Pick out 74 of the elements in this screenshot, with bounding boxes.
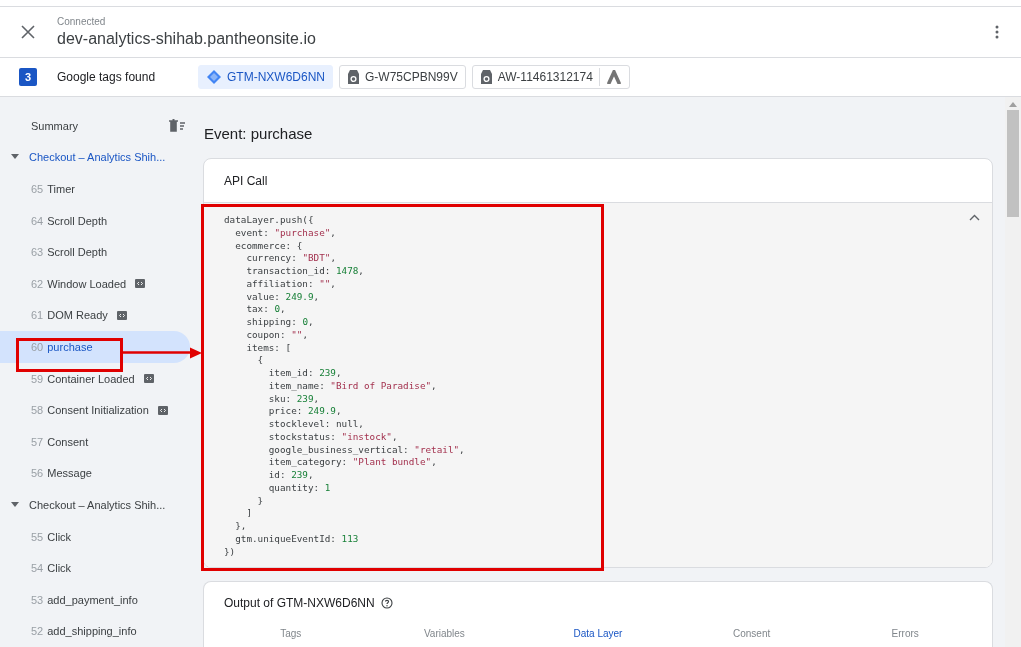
code-line: item_id: 239, <box>267 367 343 380</box>
site-url: dev-analytics-shihab.pantheonsite.io <box>57 30 317 48</box>
event-item[interactable]: 54 Click <box>0 552 190 584</box>
output-tab[interactable]: Data Layer <box>521 628 675 640</box>
code-icon <box>135 279 146 289</box>
card-title: Output of GTM-NXW6D6NN <box>224 596 375 611</box>
group-label[interactable]: Checkout – Analytics Shih... <box>29 151 166 164</box>
tag-icon <box>480 70 492 84</box>
event-item[interactable]: 56 Message <box>0 457 190 490</box>
event-item[interactable]: 52 add_shipping_info <box>0 615 190 647</box>
event-item[interactable]: 63 Scroll Depth <box>0 236 190 268</box>
summary-link[interactable]: Summary <box>31 119 79 132</box>
event-item[interactable]: 53 add_payment_info <box>0 583 190 616</box>
card-title: API Call <box>224 173 268 188</box>
tag-icon <box>348 70 359 84</box>
event-item[interactable]: 58 Consent Initialization <box>0 394 190 426</box>
tag-chip[interactable]: AW-11461312174 <box>471 65 630 89</box>
code-line: items: [ <box>245 341 293 355</box>
code-icon <box>157 405 168 415</box>
output-tab[interactable]: Consent <box>674 628 829 640</box>
code-line: shipping: 0, <box>245 316 315 329</box>
event-item[interactable]: 64 Scroll Depth <box>0 204 190 237</box>
code-line: stockstatus: "instock", <box>267 430 399 444</box>
connection-status: Connected <box>57 16 107 27</box>
code-line: }) <box>224 545 237 559</box>
code-line: quantity: 1 <box>267 481 332 495</box>
event-title: Event: purchase <box>204 125 314 142</box>
event-item[interactable]: 65 Timer <box>0 173 190 205</box>
output-tab[interactable]: Variables <box>367 628 522 640</box>
code-line: currency: "BDT", <box>245 252 337 265</box>
event-item[interactable]: 59 Container Loaded <box>0 362 190 395</box>
event-item[interactable]: 62 Window Loaded <box>0 267 190 300</box>
code-line: affiliation: "", <box>245 277 337 291</box>
scrollbar-track[interactable] <box>1005 97 1021 647</box>
code-line: { <box>256 354 265 367</box>
code-line: price: 249.9, <box>267 405 343 418</box>
code-line: id: 239, <box>267 469 315 482</box>
code-line: event: "purchase", <box>234 226 337 240</box>
tag-chip[interactable]: GTM-NXW6D6NN <box>198 65 333 89</box>
collapse-icon[interactable] <box>969 214 980 221</box>
code-line: google_business_vertical: "retail", <box>267 443 465 457</box>
diamond-icon <box>207 70 221 84</box>
tag-chip[interactable]: G-W75CPBN99V <box>339 65 466 89</box>
scrollbar-thumb[interactable] <box>1007 110 1019 217</box>
more-vertical-icon[interactable] <box>995 25 999 39</box>
code-line: item_category: "Plant bundle", <box>267 456 438 469</box>
tags-found-label: Google tags found <box>57 70 157 84</box>
code-icon <box>116 310 127 320</box>
code-icon <box>143 374 154 384</box>
code-line: stocklevel: null, <box>267 418 365 431</box>
help-icon[interactable] <box>380 597 393 610</box>
code-line: tax: 0, <box>245 303 287 316</box>
output-tab[interactable]: Tags <box>214 628 368 640</box>
code-line: transaction_id: 1478, <box>245 265 365 278</box>
ads-logo-icon <box>605 70 622 84</box>
code-line: sku: 239, <box>267 392 321 406</box>
code-line: gtm.uniqueEventId: 113 <box>234 532 360 546</box>
code-line: ecommerce: { <box>234 239 304 253</box>
code-line: }, <box>234 520 248 533</box>
output-tab[interactable]: Errors <box>828 628 982 640</box>
code-line: item_name: "Bird of Paradise", <box>267 379 438 393</box>
caret-icon[interactable] <box>10 501 20 508</box>
event-item[interactable]: 57 Consent <box>0 425 190 458</box>
caret-icon[interactable] <box>10 154 20 161</box>
code-line: ] <box>245 507 253 520</box>
code-line: value: 249.9, <box>245 290 321 304</box>
group-label[interactable]: Checkout – Analytics Shih... <box>29 498 166 511</box>
event-item[interactable]: 55 Click <box>0 520 190 553</box>
tag-count-badge: 3 <box>19 68 37 86</box>
code-line: coupon: "", <box>245 328 309 342</box>
code-line: dataLayer.push({ <box>224 214 315 227</box>
code-line: } <box>256 494 265 508</box>
event-item[interactable]: 61 DOM Ready <box>0 299 190 332</box>
clear-list-icon[interactable] <box>168 119 186 133</box>
